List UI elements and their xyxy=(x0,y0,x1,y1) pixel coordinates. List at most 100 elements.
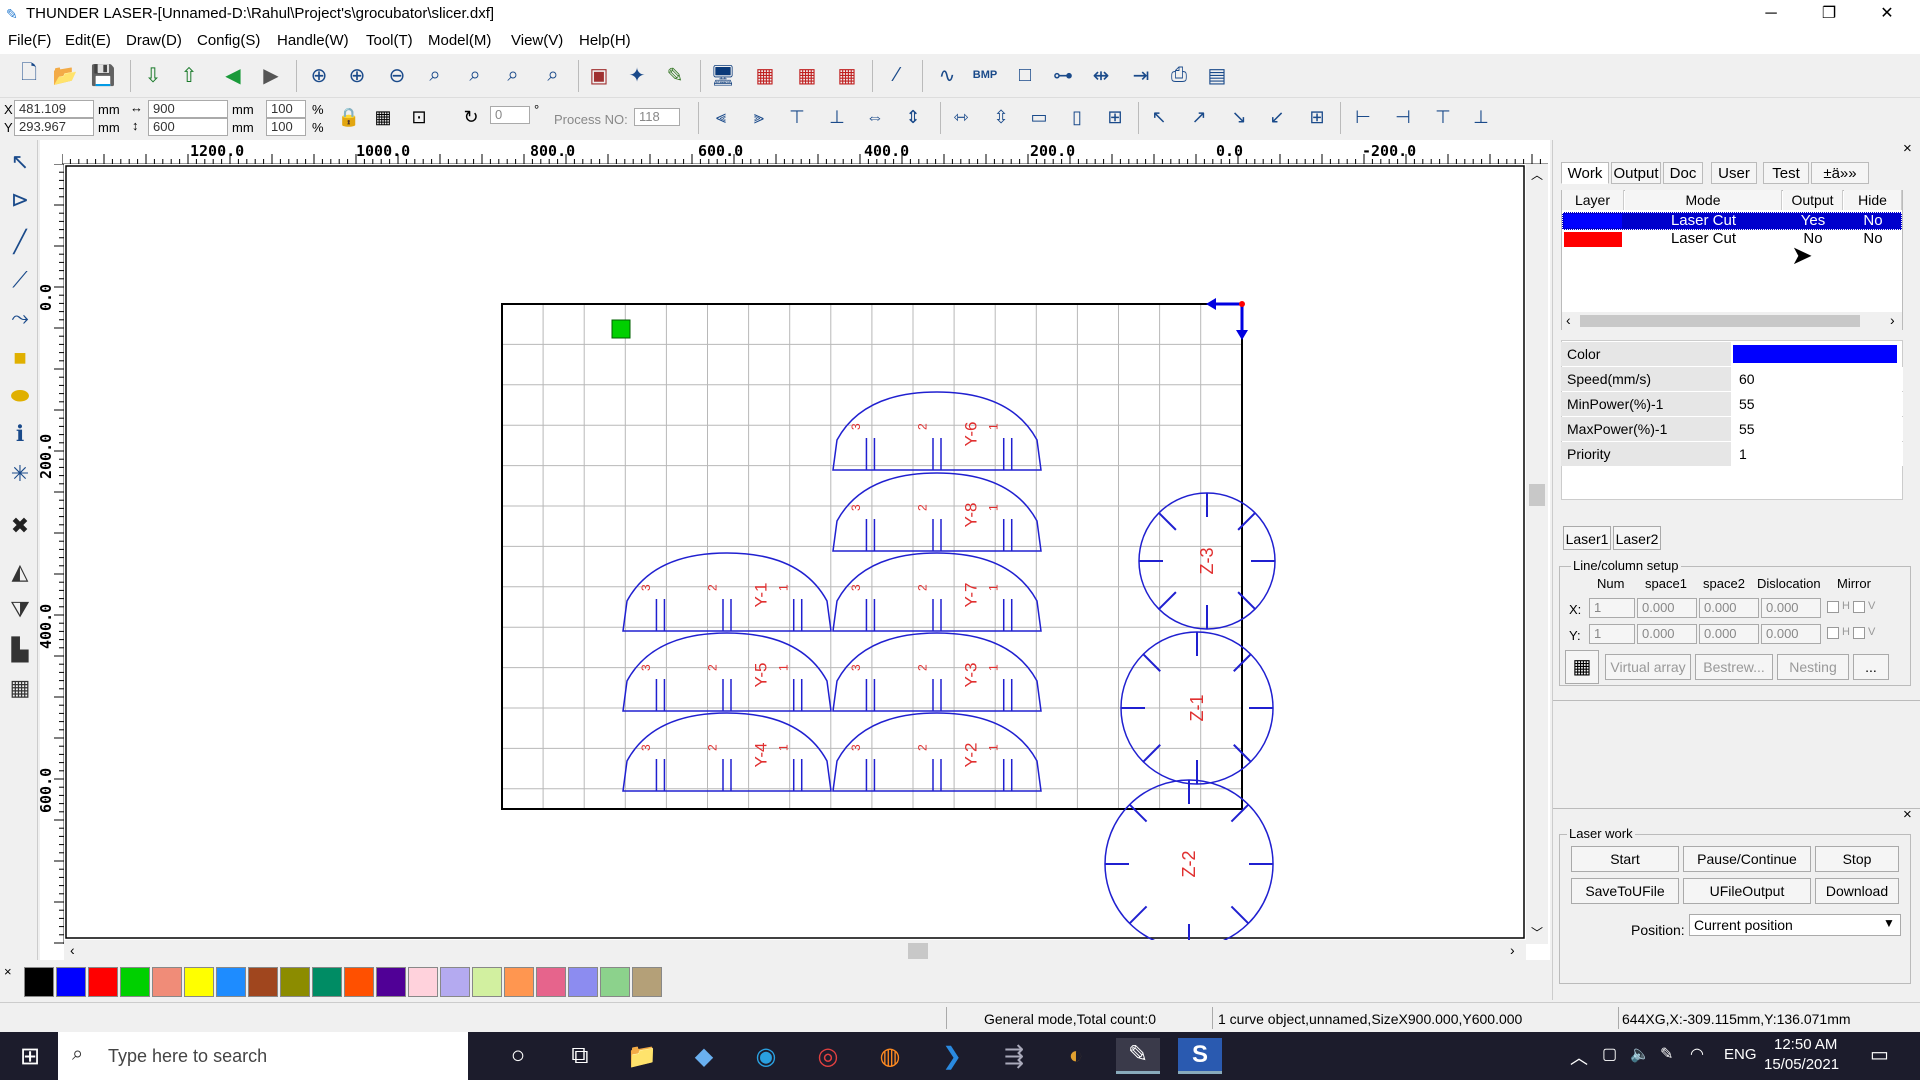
process-no-field[interactable]: 118 xyxy=(634,108,680,126)
color-swatch[interactable] xyxy=(56,967,86,997)
horizontal-scroll-thumb[interactable] xyxy=(908,943,928,959)
color-swatch[interactable] xyxy=(120,967,150,997)
width-field[interactable]: 900 xyxy=(148,100,228,118)
layer-table-scrollbar[interactable]: ‹ › xyxy=(1562,312,1902,330)
y-dislocation-field[interactable]: 0.000 xyxy=(1761,624,1821,644)
select-rect-icon[interactable]: ▣ xyxy=(582,58,616,92)
chevron-down-icon[interactable]: ▼ xyxy=(1883,916,1895,930)
delete-tool-icon[interactable]: ✖ xyxy=(4,510,36,542)
height-field[interactable]: 600 xyxy=(148,118,228,136)
ufile-output-button[interactable]: UFileOutput xyxy=(1683,878,1811,904)
new-file-icon[interactable]: 🗋 xyxy=(12,58,46,92)
color-swatch[interactable] xyxy=(24,967,54,997)
mirror-vertical-icon[interactable]: ⧩ xyxy=(4,594,36,626)
prop-minpower-value[interactable]: 55 xyxy=(1733,392,1903,416)
bestrew-button[interactable]: Bestrew... xyxy=(1695,654,1773,680)
page-top-icon[interactable]: ⊤ xyxy=(1426,100,1460,134)
task-view-icon[interactable]: ⧉ xyxy=(558,1038,602,1074)
text-tool-icon[interactable]: ℹ xyxy=(4,418,36,450)
tray-chevron-icon[interactable]: ︿ xyxy=(1570,1044,1588,1070)
point-tool-icon[interactable]: ✳ xyxy=(4,458,36,490)
stop-button[interactable]: Stop xyxy=(1815,846,1899,872)
app-icon-gray[interactable]: ⇶ xyxy=(992,1038,1036,1074)
measure-icon[interactable]: ⇥ xyxy=(1124,58,1158,92)
menu-help[interactable]: Help(H) xyxy=(579,32,631,49)
x-space1-field[interactable]: 0.000 xyxy=(1637,598,1697,618)
horizontal-scrollbar[interactable]: ‹ › xyxy=(64,940,1526,962)
color-swatch[interactable] xyxy=(280,967,310,997)
frame-icon[interactable]: □ xyxy=(1008,58,1042,92)
taskbar-search[interactable]: ⌕ Type here to search xyxy=(58,1032,468,1080)
bitmap-icon[interactable]: BMP xyxy=(968,58,1002,92)
line-tool-icon[interactable]: ╱ xyxy=(4,226,36,258)
align-vcenter-icon[interactable]: ⇕ xyxy=(896,100,930,134)
rotate-icon[interactable]: ↻ xyxy=(454,100,488,134)
color-swatch[interactable] xyxy=(312,967,342,997)
x-mirror-h-checkbox[interactable] xyxy=(1827,601,1839,613)
ime-icon[interactable]: ✎ xyxy=(1660,1044,1673,1064)
align-left-icon[interactable]: ⫷ xyxy=(704,100,738,134)
distance-icon[interactable]: ⇹ xyxy=(1084,58,1118,92)
round-disc-part[interactable]: Z-3 xyxy=(1138,492,1276,630)
clock-time[interactable]: 12:50 AM xyxy=(1774,1036,1837,1053)
color-swatch[interactable] xyxy=(88,967,118,997)
pan-icon[interactable]: ⊕ xyxy=(302,58,336,92)
color-swatch[interactable] xyxy=(184,967,214,997)
tab-test[interactable]: Test xyxy=(1763,162,1809,184)
tray-device-icon[interactable]: ▢ xyxy=(1602,1044,1617,1064)
same-size-icon[interactable]: ⊞ xyxy=(1098,100,1132,134)
app-icon-orange[interactable]: ◐ xyxy=(1054,1038,1098,1074)
color-swatch[interactable] xyxy=(536,967,566,997)
document-icon[interactable]: ▤ xyxy=(1200,58,1234,92)
equal-hspace-icon[interactable]: ⇿ xyxy=(944,100,978,134)
menu-model[interactable]: Model(M) xyxy=(428,32,491,49)
notification-icon[interactable]: ▭ xyxy=(1870,1042,1889,1067)
y-space2-field[interactable]: 0.000 xyxy=(1699,624,1759,644)
page-right-icon[interactable]: ⊣ xyxy=(1386,100,1420,134)
round-disc-part[interactable]: Z-1 xyxy=(1120,631,1274,785)
tab-laser2[interactable]: Laser2 xyxy=(1613,526,1661,550)
position-select[interactable]: Current position xyxy=(1689,914,1901,936)
magic-wand-icon[interactable]: ⁄ xyxy=(880,58,914,92)
node-select-icon[interactable]: ⊳ xyxy=(4,184,36,216)
menu-draw[interactable]: Draw(D) xyxy=(126,32,182,49)
prop-maxpower-value[interactable]: 55 xyxy=(1733,417,1903,441)
move-top-right-icon[interactable]: ↗ xyxy=(1182,100,1216,134)
color-swatch[interactable] xyxy=(408,967,438,997)
tab-user[interactable]: User xyxy=(1711,162,1757,184)
width-percent-field[interactable]: 100 xyxy=(266,100,306,118)
zoom-all-icon[interactable]: ⌕ xyxy=(536,58,570,92)
x-space2-field[interactable]: 0.000 xyxy=(1699,598,1759,618)
x-position-field[interactable]: 481.109 xyxy=(14,100,94,118)
palette-close-icon[interactable]: × xyxy=(4,964,12,979)
y-mirror-v-checkbox[interactable] xyxy=(1853,627,1865,639)
prop-speed-value[interactable]: 60 xyxy=(1733,367,1903,391)
move-bottom-right-icon[interactable]: ↘ xyxy=(1222,100,1256,134)
equal-vspace-icon[interactable]: ⇳ xyxy=(984,100,1018,134)
monitor-icon[interactable]: 🖥 xyxy=(706,58,740,92)
layer-hide[interactable]: No xyxy=(1844,212,1902,230)
same-height-icon[interactable]: ▯ xyxy=(1060,100,1094,134)
pause-continue-button[interactable]: Pause/Continue xyxy=(1683,846,1811,872)
edit-path-icon[interactable]: ✎ xyxy=(658,58,692,92)
color-swatch[interactable] xyxy=(600,967,630,997)
print-icon[interactable]: ⎙ xyxy=(1162,58,1196,92)
chrome-icon[interactable]: ◎ xyxy=(806,1038,850,1074)
y-num-field[interactable]: 1 xyxy=(1589,624,1635,644)
color-swatch[interactable] xyxy=(472,967,502,997)
menu-view[interactable]: View(V) xyxy=(511,32,563,49)
angle-field[interactable]: 0 xyxy=(490,106,530,124)
color-swatch[interactable] xyxy=(504,967,534,997)
tree-icon[interactable]: ⊶ xyxy=(1046,58,1080,92)
download-button[interactable]: Download xyxy=(1815,878,1899,904)
menu-file[interactable]: File(F) xyxy=(8,32,51,49)
color-swatch[interactable] xyxy=(248,967,278,997)
grid-icon[interactable]: ▦ xyxy=(366,100,400,134)
nesting-button[interactable]: Nesting xyxy=(1777,654,1849,680)
curve-tool-icon[interactable]: ⤳ xyxy=(4,302,36,334)
laser-head-icon[interactable]: ▙ xyxy=(4,634,36,666)
align-top-icon[interactable]: ⊤ xyxy=(780,100,814,134)
tab-output[interactable]: Output xyxy=(1611,162,1661,184)
tab-laser1[interactable]: Laser1 xyxy=(1563,526,1611,550)
color-swatch[interactable] xyxy=(152,967,182,997)
